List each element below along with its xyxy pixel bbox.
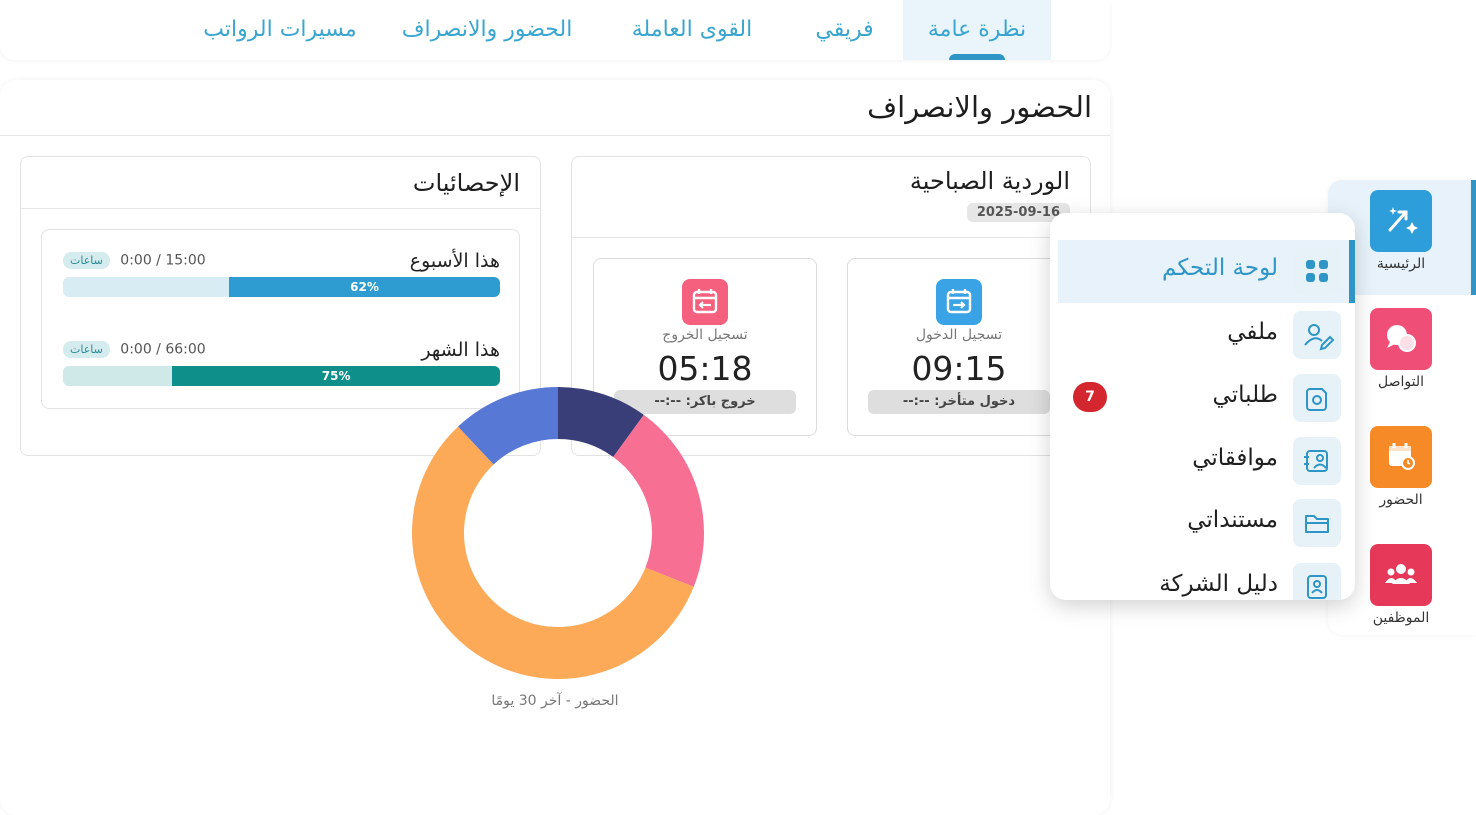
- tab-label: مسيرات الرواتب: [203, 17, 357, 42]
- check-in-label: تسجيل الدخول: [915, 327, 1003, 343]
- tab-label: القوى العاملة: [631, 17, 753, 42]
- approval-icon: [1293, 437, 1341, 485]
- week-progress-bar: 62%: [63, 277, 500, 297]
- menu-label: موافقاتي: [1192, 445, 1278, 471]
- month-stat-value: 0:00 / 66:00: [120, 341, 206, 358]
- week-stat-meta: ساعات 0:00 / 15:00: [63, 252, 206, 269]
- check-in-time: 09:15: [911, 349, 1007, 388]
- menu-label: ملفي: [1227, 319, 1278, 345]
- donut-caption: الحضور - آخر 30 يومًا: [491, 693, 619, 709]
- tab-overview[interactable]: نظرة عامة: [903, 0, 1051, 60]
- menu-label: لوحة التحكم: [1162, 255, 1278, 281]
- hours-unit-badge: ساعات: [63, 341, 110, 358]
- week-progress-fill: 62%: [229, 277, 500, 297]
- tab-payroll[interactable]: مسيرات الرواتب: [190, 0, 370, 60]
- menu-label: دليل الشركة: [1159, 571, 1278, 597]
- rail-label: الموظفين: [1372, 610, 1430, 626]
- chat-bubbles-icon: [1370, 308, 1432, 370]
- statistics-title: الإحصائيات: [412, 169, 520, 197]
- requests-count-badge: 7: [1073, 382, 1107, 412]
- tab-label: الحضور والانصراف: [401, 17, 573, 42]
- tab-attendance[interactable]: الحضور والانصراف: [388, 0, 586, 60]
- users-icon: [1370, 544, 1432, 606]
- contact-book-icon: [1293, 563, 1341, 600]
- tab-workforce[interactable]: القوى العاملة: [606, 0, 778, 60]
- attendance-donut-chart: [410, 385, 706, 681]
- folder-icon: [1293, 499, 1341, 547]
- donut-segment-2[interactable]: [613, 414, 704, 587]
- calendar-arrow-out-icon: [682, 279, 728, 325]
- request-doc-icon: [1293, 374, 1341, 422]
- home-sparkle-icon: [1370, 190, 1432, 252]
- menu-label: مستنداتي: [1187, 507, 1278, 533]
- check-out-time: 05:18: [657, 349, 753, 388]
- late-entry-note: دخول متأخر: --:--: [868, 390, 1050, 414]
- month-stat-meta: ساعات 0:00 / 66:00: [63, 341, 206, 358]
- navigation-menu: لوحة التحكم ملفي طلباتي موافقاتي مستندات…: [1050, 213, 1355, 600]
- month-stat-name: هذا الشهر: [421, 339, 500, 361]
- menu-label: طلباتي: [1212, 382, 1278, 408]
- hours-unit-badge: ساعات: [63, 252, 110, 269]
- divider: [21, 208, 540, 209]
- active-tab-indicator: [949, 54, 1005, 60]
- dashboard-grid-icon: [1293, 247, 1341, 295]
- menu-item-dashboard[interactable]: لوحة التحكم: [1050, 247, 1355, 297]
- donut-svg: [412, 387, 704, 679]
- week-stat-name: هذا الأسبوع: [409, 250, 500, 272]
- divider: [0, 135, 1110, 136]
- tab-label: فريقي: [815, 17, 874, 42]
- statistics-body: هذا الأسبوع ساعات 0:00 / 15:00 62% هذا ا…: [41, 229, 520, 409]
- tab-label: نظرة عامة: [927, 17, 1027, 42]
- check-out-label: تسجيل الخروج: [662, 327, 748, 343]
- divider: [572, 237, 1090, 238]
- shift-title: الوردية الصباحية: [909, 167, 1070, 195]
- menu-item-my-documents[interactable]: مستنداتي: [1050, 499, 1355, 549]
- check-in-card[interactable]: تسجيل الدخول 09:15 دخول متأخر: --:--: [847, 258, 1071, 436]
- calendar-arrow-in-icon: [936, 279, 982, 325]
- month-progress-fill: 75%: [172, 366, 500, 386]
- user-edit-icon: [1293, 311, 1341, 359]
- menu-item-my-approvals[interactable]: موافقاتي: [1050, 437, 1355, 487]
- page-title: الحضور والانصراف: [867, 90, 1092, 124]
- tab-my-team[interactable]: فريقي: [793, 0, 896, 60]
- menu-item-my-profile[interactable]: ملفي: [1050, 311, 1355, 361]
- menu-item-company-directory[interactable]: دليل الشركة: [1050, 563, 1355, 600]
- calendar-clock-icon: [1370, 426, 1432, 488]
- week-stat-value: 0:00 / 15:00: [120, 252, 206, 269]
- month-progress-bar: 75%: [63, 366, 500, 386]
- top-tabs: نظرة عامة فريقي القوى العاملة الحضور وال…: [0, 0, 1110, 60]
